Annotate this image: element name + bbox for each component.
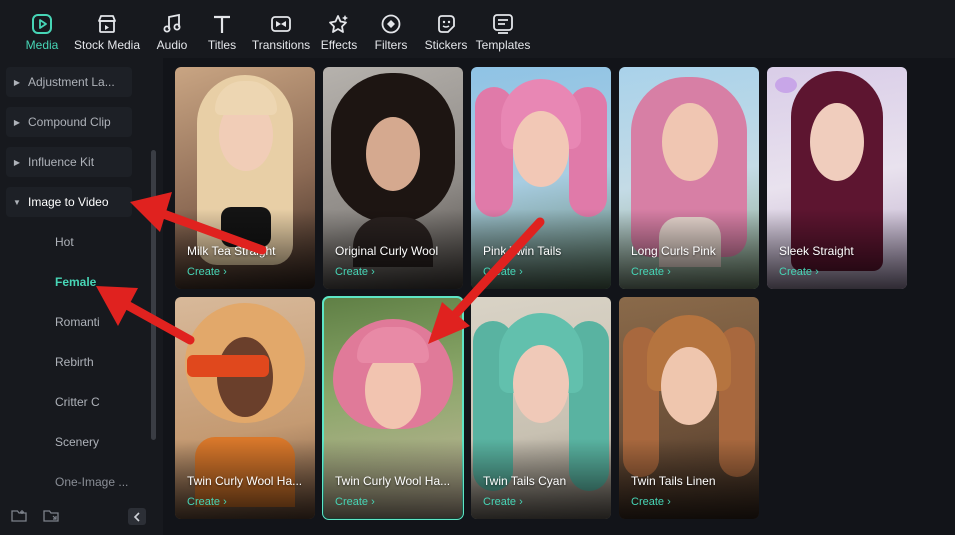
transition-icon [269, 12, 293, 36]
card-title: Twin Tails Linen [631, 474, 716, 488]
tab-label: Stickers [424, 38, 468, 52]
card-title: Milk Tea Straight [187, 244, 276, 258]
card-create-link[interactable]: Create › [779, 266, 819, 278]
sidebar-subitem-critter-club[interactable]: Critter Club [0, 387, 100, 417]
portrait-face [513, 345, 569, 423]
template-card[interactable]: Twin Tails Cyan Create › [471, 297, 611, 519]
sidebar-item-label: Influence Kit [28, 155, 95, 169]
caret-right-icon: ▶ [13, 117, 21, 127]
sidebar-item-label: Rebirth [55, 355, 94, 369]
sidebar-item-label: Female [55, 275, 97, 289]
template-card[interactable]: Original Curly Wool Create › [323, 67, 463, 289]
template-card[interactable]: Milk Tea Straight Create › [175, 67, 315, 289]
portrait-face [513, 111, 569, 187]
tab-filters[interactable]: Filters [364, 0, 418, 58]
caret-right-icon: ▶ [13, 157, 21, 167]
card-create-link[interactable]: Create › [187, 496, 227, 508]
portrait-face [661, 347, 717, 425]
sidebar-item-label: Adjustment La... [28, 75, 115, 89]
portrait-face [217, 337, 273, 417]
template-grid: Milk Tea Straight Create › Original Curl… [163, 58, 955, 535]
tab-label: Filters [374, 38, 408, 52]
music-note-icon [160, 12, 184, 36]
sidebar-item-compound-clip[interactable]: ▶ Compound Clip [6, 107, 132, 137]
card-create-link[interactable]: Create › [631, 266, 671, 278]
category-sidebar: ▶ Adjustment La... ▶ Compound Clip ▶ Inf… [0, 58, 163, 535]
sidebar-item-adjustment-layer[interactable]: ▶ Adjustment La... [6, 67, 132, 97]
tab-label: Transitions [251, 38, 311, 52]
portrait-face [366, 117, 420, 191]
sidebar-subitem-scenery[interactable]: Scenery [0, 427, 100, 457]
caret-right-icon: ▶ [13, 77, 21, 87]
template-card[interactable]: Twin Curly Wool Ha... Create › [175, 297, 315, 519]
template-card[interactable]: Pink Twin Tails Create › [471, 67, 611, 289]
sidebar-subitem-hot[interactable]: Hot [0, 227, 100, 257]
portrait-face [810, 103, 864, 181]
card-create-link[interactable]: Create › [335, 266, 375, 278]
media-toolbar: Media Stock Media Audio Titles Transitio… [0, 0, 955, 58]
template-card[interactable]: Long Curls Pink Create › [619, 67, 759, 289]
sticker-icon [434, 12, 458, 36]
editor-window: Media Stock Media Audio Titles Transitio… [0, 0, 955, 535]
card-create-link[interactable]: Create › [483, 266, 523, 278]
tab-label: Titles [207, 38, 237, 52]
card-create-link[interactable]: Create › [335, 496, 375, 508]
collapse-sidebar-button[interactable] [128, 508, 146, 525]
folder-import-icon[interactable] [42, 507, 60, 525]
tab-stock-media[interactable]: Stock Media [66, 0, 148, 58]
sidebar-scrollbar[interactable] [151, 150, 156, 440]
template-card[interactable]: Sleek Straight Create › [767, 67, 907, 289]
new-folder-icon[interactable] [10, 507, 28, 525]
media-icon [30, 12, 54, 36]
portrait-face [662, 103, 718, 181]
tab-effects[interactable]: Effects [314, 0, 364, 58]
text-t-icon [210, 12, 234, 36]
tab-titles[interactable]: Titles [196, 0, 248, 58]
caret-down-icon: ▼ [13, 197, 21, 207]
card-create-link[interactable]: Create › [631, 496, 671, 508]
card-title: Long Curls Pink [631, 244, 716, 258]
sidebar-subitem-female[interactable]: Female [0, 267, 100, 297]
tab-transitions[interactable]: Transitions [248, 0, 314, 58]
sunglasses [187, 355, 269, 377]
sidebar-subitem-romantic[interactable]: Romantic [0, 307, 100, 337]
card-title: Pink Twin Tails [483, 244, 562, 258]
card-title: Original Curly Wool [335, 244, 439, 258]
filter-icon [379, 12, 403, 36]
sidebar-item-label: Romantic [55, 315, 100, 329]
sidebar-item-label: Compound Clip [28, 115, 111, 129]
tab-templates[interactable]: Templates [474, 0, 532, 58]
tab-label: Templates [475, 38, 531, 52]
sidebar-item-label: Scenery [55, 435, 100, 449]
sidebar-item-label: Image to Video [28, 195, 109, 209]
tab-label: Audio [156, 38, 188, 52]
sidebar-item-image-to-video[interactable]: ▼ Image to Video [6, 187, 132, 217]
sidebar-item-label: Hot [55, 235, 74, 249]
template-card[interactable]: Twin Tails Linen Create › [619, 297, 759, 519]
butterfly-decoration [775, 77, 797, 93]
sidebar-item-label: One-Image ... [55, 475, 129, 489]
tab-label: Effects [320, 38, 358, 52]
tab-label: Stock Media [73, 38, 141, 52]
card-create-link[interactable]: Create › [483, 496, 523, 508]
stock-media-icon [95, 12, 119, 36]
card-title: Twin Curly Wool Ha... [187, 474, 303, 488]
tab-audio[interactable]: Audio [148, 0, 196, 58]
template-card-selected[interactable]: Twin Curly Wool Ha... Create › [322, 296, 464, 520]
tab-media[interactable]: Media [18, 0, 66, 58]
card-title: Twin Tails Cyan [483, 474, 567, 488]
card-create-link[interactable]: Create › [187, 266, 227, 278]
templates-icon [491, 12, 515, 36]
chevron-left-icon [133, 511, 140, 522]
card-title: Twin Curly Wool Ha... [335, 474, 451, 488]
sidebar-subitem-rebirth[interactable]: Rebirth [0, 347, 100, 377]
sidebar-subitem-one-image[interactable]: One-Image ... [0, 467, 140, 497]
sidebar-item-label: Critter Club [55, 395, 100, 409]
tab-stickers[interactable]: Stickers [418, 0, 474, 58]
effects-star-icon [327, 12, 351, 36]
tab-label: Media [25, 38, 59, 52]
card-title: Sleek Straight [779, 244, 854, 258]
sidebar-item-influence-kit[interactable]: ▶ Influence Kit [6, 147, 132, 177]
